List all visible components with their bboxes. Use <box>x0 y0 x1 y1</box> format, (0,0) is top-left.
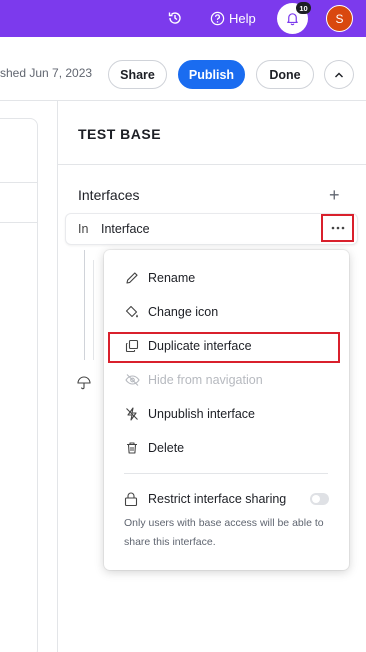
canvas-divider <box>0 222 37 223</box>
menu-item-label: Unpublish interface <box>148 407 256 421</box>
interface-abbr-icon: In <box>78 222 89 236</box>
bell-icon <box>287 13 298 26</box>
avatar[interactable]: S <box>326 5 353 32</box>
help-button[interactable]: Help <box>210 9 256 27</box>
interfaces-section-title: Interfaces <box>78 187 140 203</box>
top-bar: Help 10 S <box>0 0 366 37</box>
paint-bucket-icon <box>124 304 140 320</box>
tree-line <box>84 250 85 360</box>
notification-count-badge: 10 <box>296 2 311 14</box>
menu-item-label: Hide from navigation <box>148 373 263 387</box>
published-status: shed Jun 7, 2023 <box>0 66 93 80</box>
base-title: TEST BASE <box>78 126 162 142</box>
tree-line <box>93 260 94 360</box>
publish-button[interactable]: Publish <box>178 60 245 89</box>
ellipsis-icon <box>331 226 344 230</box>
menu-item-label: Change icon <box>148 305 219 319</box>
help-label: Help <box>229 10 256 26</box>
menu-separator <box>124 473 328 474</box>
interface-name[interactable]: Interface <box>101 222 150 236</box>
lightning-slash-icon <box>124 406 140 422</box>
trash-icon <box>124 440 140 456</box>
divider <box>0 100 366 101</box>
umbrella-icon <box>77 376 91 390</box>
notifications-button[interactable]: 10 <box>277 2 311 34</box>
menu-item-hide-from-navigation[interactable]: Hide from navigation <box>104 365 349 395</box>
menu-item-unpublish-interface[interactable]: Unpublish interface <box>104 399 349 429</box>
duplicate-highlight-box <box>108 332 340 363</box>
panel-divider <box>57 101 58 652</box>
eye-slash-icon <box>124 372 140 388</box>
menu-item-rename[interactable]: Rename <box>104 263 349 293</box>
lock-icon <box>124 492 138 507</box>
panel-divider-line <box>58 164 366 165</box>
menu-item-label: Rename <box>148 271 196 285</box>
collapse-button[interactable] <box>324 60 354 89</box>
share-button[interactable]: Share <box>108 60 167 89</box>
restrict-sharing-help-text: Only users with base access will be able… <box>124 517 324 548</box>
add-interface-icon[interactable]: + <box>329 186 340 204</box>
more-options-button[interactable] <box>321 214 354 242</box>
menu-item-change-icon[interactable]: Change icon <box>104 297 349 327</box>
menu-item-delete[interactable]: Delete <box>104 433 349 463</box>
menu-item-label: Delete <box>148 441 185 455</box>
pencil-icon <box>124 270 140 286</box>
help-circle-icon <box>210 11 225 25</box>
done-button[interactable]: Done <box>256 60 314 89</box>
chevron-up-icon <box>335 72 343 77</box>
restrict-sharing-toggle[interactable] <box>310 493 329 505</box>
restrict-sharing-label: Restrict interface sharing <box>148 492 287 506</box>
canvas-divider <box>0 182 37 183</box>
history-icon[interactable] <box>167 10 183 26</box>
canvas-card <box>0 118 38 652</box>
